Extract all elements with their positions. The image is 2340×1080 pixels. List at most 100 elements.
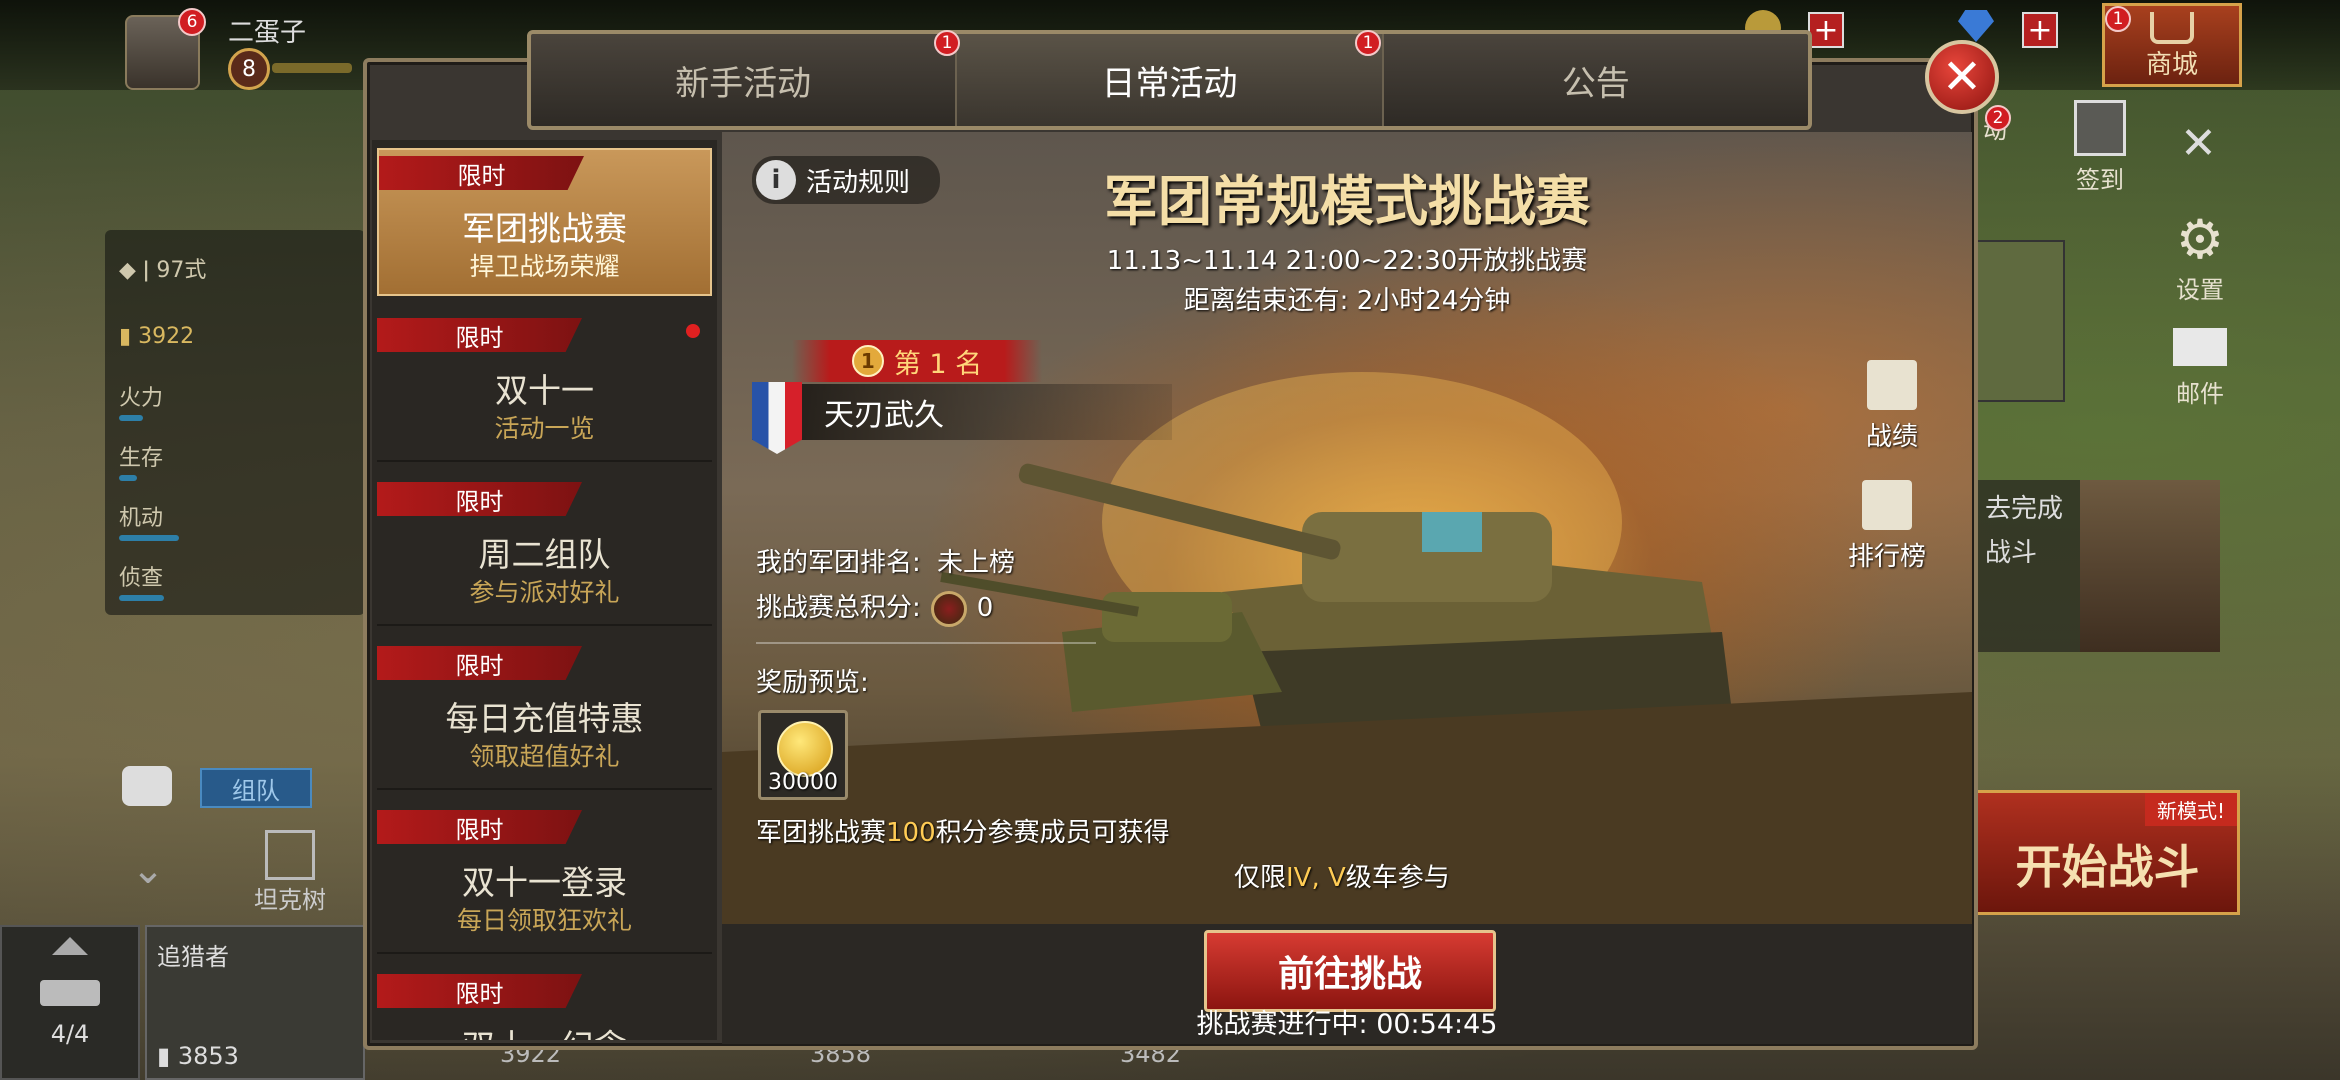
list-item-subtitle: 参与派对好礼 [469, 578, 620, 607]
list-item-tuesday-team[interactable]: 限时 周二组队 参与派对好礼 [377, 476, 712, 626]
reward-item[interactable]: 30000 [758, 710, 848, 800]
activity-badge: 2 [1985, 105, 2011, 131]
add-gold-button[interactable]: + [1808, 12, 1844, 48]
list-item-title: 双十一登录 [462, 863, 627, 902]
list-item-title: 双十一 [495, 371, 594, 410]
limited-tag: 限时 [377, 974, 582, 1008]
task-panel[interactable]: 去完成 战斗 [1975, 480, 2220, 652]
garage-count: 4/4 [50, 1020, 90, 1048]
tier-limit-post: 级车参与 [1345, 863, 1450, 893]
garage-tank-icon [40, 980, 100, 1006]
tab-announcement[interactable]: 公告 [1384, 34, 1808, 126]
rank-label: 第 1 名 [893, 348, 983, 380]
reward-preview-label: 奖励预览: [756, 668, 869, 698]
task-label-1: 去完成 [1985, 494, 2064, 524]
tank-name-text: 97式 [156, 258, 207, 283]
limited-tag: 限时 [377, 318, 582, 352]
arrow-up-icon [52, 937, 88, 955]
task-label-2: 战斗 [1985, 538, 2038, 568]
top-legion[interactable]: 天刃武久 [752, 382, 1172, 454]
tab-newbie[interactable]: 新手活动 [531, 34, 958, 126]
checkin-icon [2074, 100, 2126, 156]
mall-badge: 1 [2105, 6, 2131, 32]
list-item-subtitle: 领取超值好礼 [469, 742, 620, 771]
rank-banner: 1 第 1 名 [792, 340, 1042, 382]
leaderboard-label: 排行榜 [1847, 542, 1926, 572]
limited-tag: 限时 [377, 482, 582, 516]
divider [756, 642, 1096, 644]
close-button[interactable]: ✕ [1925, 40, 1999, 114]
hunter-power: ▮ 3853 [157, 1042, 239, 1070]
stat-mobility-bar [119, 535, 179, 541]
score-value: 0 [976, 593, 994, 623]
list-item-title: 每日充值特惠 [445, 699, 644, 738]
start-battle-button[interactable]: 新模式! 开始战斗 [1975, 790, 2240, 915]
score-label: 挑战赛总积分: [756, 593, 921, 623]
event-schedule: 11.13~11.14 21:00~22:30开放挑战赛 [1106, 246, 1588, 276]
gold-coin-icon [777, 721, 833, 777]
hunter-tank-card[interactable]: 追猎者 ▮ 3853 [145, 925, 365, 1080]
settings-label: 设置 [2176, 276, 2224, 304]
hunter-power-value: 3853 [177, 1042, 239, 1070]
list-item-double-eleven-memorial[interactable]: 限时 双十一纪念 [377, 968, 712, 1040]
tab-daily[interactable]: 日常活动 [957, 34, 1384, 126]
team-button[interactable]: 组队 [200, 768, 312, 808]
podium-icon [1862, 480, 1912, 530]
go-challenge-label: 前往挑战 [1277, 954, 1422, 995]
list-item-subtitle: 捍卫战场荣耀 [469, 252, 620, 281]
rank-medal-icon: 1 [851, 345, 884, 377]
new-dot [686, 324, 700, 338]
chevron-down-icon[interactable]: ⌄ [118, 850, 178, 890]
settings-button[interactable]: ⚙ 设置 [2160, 210, 2240, 305]
event-thumbnail[interactable] [1975, 240, 2065, 402]
tank-tree-icon [265, 830, 315, 880]
go-challenge-button[interactable]: 前往挑战 [1204, 930, 1496, 1012]
list-item-daily-recharge[interactable]: 限时 每日充值特惠 领取超值好礼 [377, 640, 712, 790]
stat-survival-bar [119, 475, 137, 481]
tank-tree-button[interactable]: 坦克树 [235, 830, 345, 915]
chat-icon[interactable] [122, 766, 172, 806]
list-item-double-eleven-login[interactable]: 限时 双十一登录 每日领取狂欢礼 [377, 804, 712, 954]
reward-note: 军团挑战赛100积分参赛成员可获得 [756, 812, 1170, 849]
record-button[interactable]: 战绩 [1852, 360, 1932, 453]
gear-icon: ⚙ [2175, 208, 2225, 271]
list-item-title: 周二组队 [478, 535, 611, 574]
tank-stats-panel: ◆ ǀ 97式 ▮ 3922 火力 生存 机动 侦查 [105, 230, 365, 615]
tab-daily-label: 日常活动 [1101, 63, 1238, 104]
total-score: 挑战赛总积分: 0 [756, 587, 993, 627]
stat-recon-bar [119, 595, 164, 601]
event-footer: 前往挑战 挑战赛进行中: 00:54:45 [722, 924, 1972, 1044]
new-mode-tag: 新模式! [2144, 793, 2237, 826]
reward-note-num: 100 [886, 818, 936, 848]
tank-power: ▮ 3922 [119, 324, 195, 349]
cart-icon [2150, 12, 2194, 44]
tab-newbie-label: 新手活动 [675, 63, 812, 104]
tank-name: ◆ ǀ 97式 [119, 258, 207, 283]
challenge-progress: 挑战赛进行中: 00:54:45 [1196, 1009, 1498, 1040]
list-item-subtitle: 每日领取狂欢礼 [456, 906, 632, 935]
collapse-icon[interactable]: ✕ [2180, 118, 2217, 169]
start-battle-label: 开始战斗 [2015, 840, 2200, 894]
reward-note-post: 积分参赛成员可获得 [935, 818, 1170, 848]
checkin-button[interactable]: 签到 [2060, 100, 2140, 195]
tier-limit: 仅限IV, V级车参与 [1234, 857, 1450, 894]
list-item-title: 双十一纪念 [377, 1020, 712, 1040]
mail-button[interactable]: 邮件 [2160, 328, 2240, 409]
my-rank: 我的军团排名: 未上榜 [756, 542, 1015, 579]
garage-scroll-up[interactable]: 4/4 [0, 925, 140, 1080]
list-item-double-eleven[interactable]: 限时 双十一 活动一览 [377, 312, 712, 462]
add-diamond-button[interactable]: + [2022, 12, 2058, 48]
leaderboard-button[interactable]: 排行榜 [1827, 480, 1947, 573]
record-label: 战绩 [1865, 422, 1918, 452]
hunter-name: 追猎者 [157, 943, 229, 971]
level-value: 8 [242, 56, 256, 82]
stat-survival: 生存 [119, 446, 164, 471]
tab-newbie-badge: 1 [934, 30, 960, 56]
mail-icon [2173, 328, 2227, 366]
france-flag-icon [752, 382, 802, 454]
officer-portrait [2080, 480, 2220, 652]
tank-power-value: 3922 [138, 324, 195, 349]
clipboard-icon [1867, 360, 1917, 410]
list-item-legion-challenge[interactable]: 限时 军团挑战赛 捍卫战场荣耀 [377, 148, 712, 296]
tank-tree-label: 坦克树 [254, 886, 326, 914]
